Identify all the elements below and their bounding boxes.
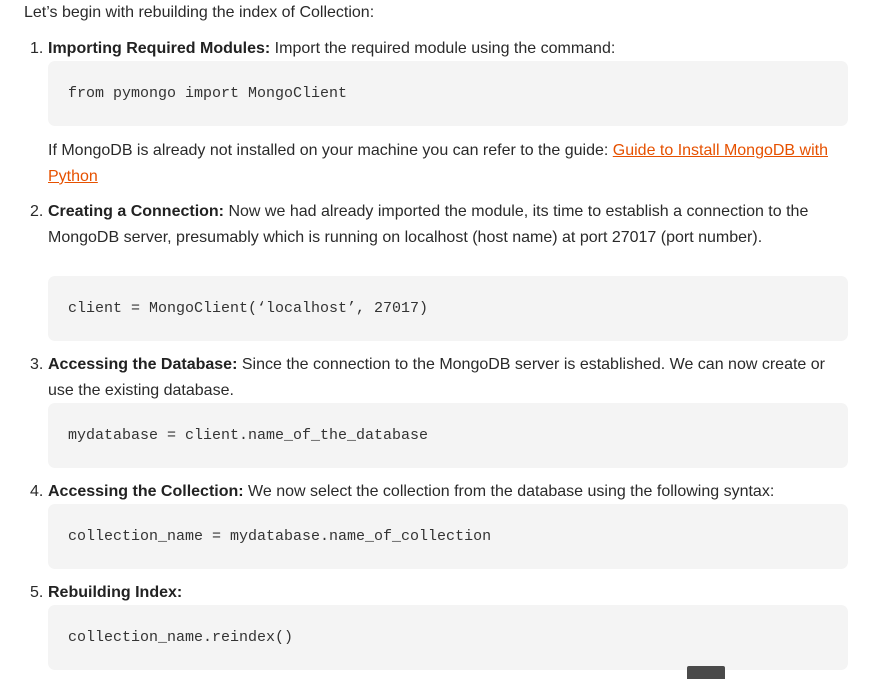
code-block: from pymongo import MongoClient (48, 61, 848, 126)
intro-text: Let’s begin with rebuilding the index of… (24, 4, 375, 21)
step-number: 3. (30, 356, 44, 373)
step-title: Rebuilding Index: (48, 584, 183, 601)
code-block: client = MongoClient(‘localhost’, 27017) (48, 276, 848, 341)
step-number: 1. (30, 40, 44, 57)
code-block: mydatabase = client.name_of_the_database (48, 403, 848, 468)
code-block: collection_name.reindex() (48, 605, 848, 670)
step-number: 2. (30, 203, 44, 220)
step-title: Accessing the Collection: (48, 483, 244, 500)
step-5: 5. Rebuilding Index: (30, 580, 849, 606)
step-4: 4. Accessing the Collection: We now sele… (30, 479, 849, 505)
code-block: collection_name = mydatabase.name_of_col… (48, 504, 848, 569)
step-number: 5. (30, 584, 44, 601)
step-1: 1. Importing Required Modules: Import th… (30, 36, 849, 62)
install-note: If MongoDB is already not installed on y… (48, 138, 849, 190)
step-title: Importing Required Modules: (48, 40, 271, 57)
step-2: 2. Creating a Connection: Now we had alr… (30, 199, 849, 251)
note-text: If MongoDB is already not installed on y… (48, 142, 613, 159)
step-title: Accessing the Database: (48, 356, 238, 373)
step-text: We now select the collection from the da… (243, 483, 775, 500)
scroll-to-top-button[interactable] (687, 666, 725, 679)
step-title: Creating a Connection: (48, 203, 225, 220)
step-number: 4. (30, 483, 44, 500)
step-text: Import the required module using the com… (270, 40, 616, 57)
step-3: 3. Accessing the Database: Since the con… (30, 352, 849, 404)
